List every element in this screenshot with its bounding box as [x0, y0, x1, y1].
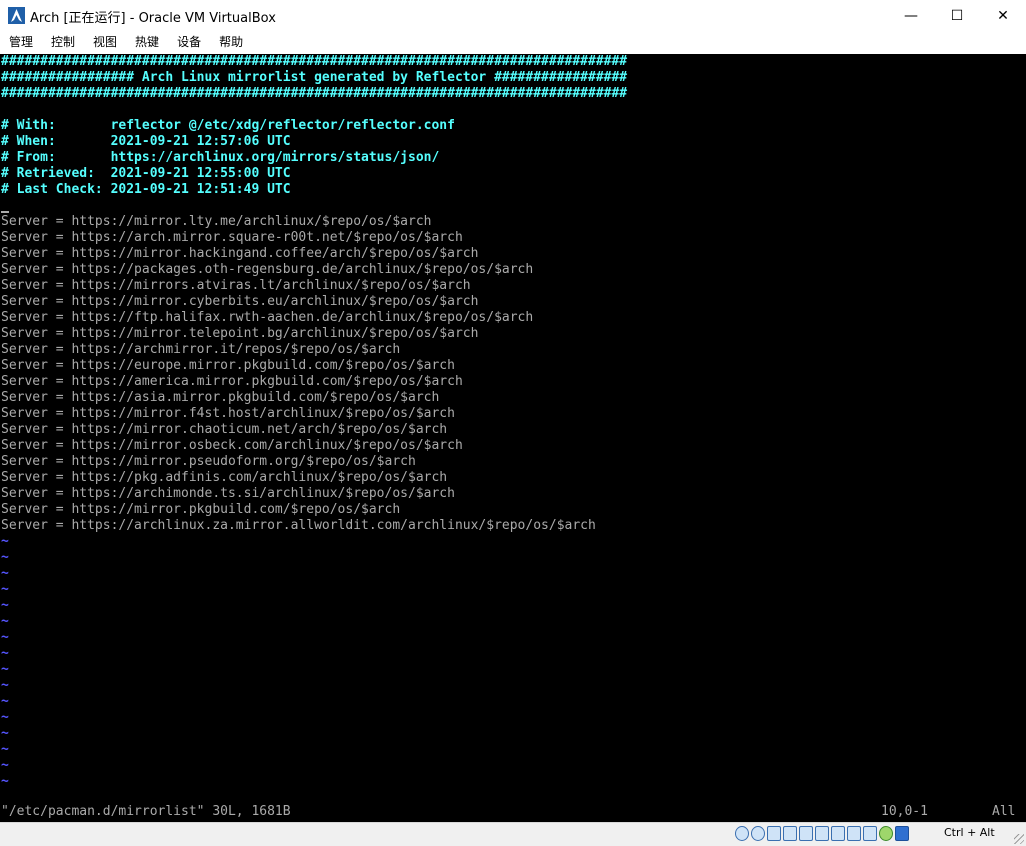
mouse-integration-icon[interactable]	[879, 826, 893, 841]
network-icon[interactable]	[783, 826, 797, 841]
keyboard-capture-icon[interactable]	[895, 826, 909, 841]
empty-line-tilde: ~	[1, 614, 9, 629]
menu-control[interactable]: 控制	[42, 31, 84, 54]
minimize-icon: —	[904, 7, 918, 24]
vim-cursor-position: 10,0-1	[881, 804, 928, 819]
server-line: Server = https://europe.mirror.pkgbuild.…	[1, 358, 455, 373]
minimize-button[interactable]: —	[888, 0, 934, 31]
server-line: Server = https://mirror.pkgbuild.com/$re…	[1, 502, 401, 517]
info-line: # From: https://archlinux.org/mirrors/st…	[1, 150, 440, 165]
info-line: # With: reflector @/etc/xdg/reflector/re…	[1, 118, 455, 133]
close-button[interactable]: ✕	[980, 0, 1026, 31]
server-line: Server = https://pkg.adfinis.com/archlin…	[1, 470, 448, 485]
server-line: Server = https://mirrors.atviras.lt/arch…	[1, 278, 471, 293]
server-line: Server = https://ftp.halifax.rwth-aachen…	[1, 310, 534, 325]
vm-display[interactable]: ########################################…	[0, 54, 1026, 822]
empty-line-tilde: ~	[1, 742, 9, 757]
server-line: Server = https://asia.mirror.pkgbuild.co…	[1, 390, 440, 405]
empty-line-tilde: ~	[1, 662, 9, 677]
server-line: Server = https://america.mirror.pkgbuild…	[1, 374, 463, 389]
server-line: Server = https://archimonde.ts.si/archli…	[1, 486, 455, 501]
server-line: Server = https://mirror.chaoticum.net/ar…	[1, 422, 448, 437]
empty-line-tilde: ~	[1, 598, 9, 613]
maximize-icon: ☐	[950, 7, 964, 24]
vbox-status-bar: Ctrl + Alt	[0, 822, 1026, 846]
menu-devices[interactable]: 设备	[168, 31, 210, 54]
optical-drive-icon[interactable]	[751, 826, 765, 841]
server-line: Server = https://mirror.hackingand.coffe…	[1, 246, 479, 261]
empty-line-tilde: ~	[1, 758, 9, 773]
server-line: Server = https://mirror.f4st.host/archli…	[1, 406, 455, 421]
window-titlebar[interactable]: Arch [正在运行] - Oracle VM VirtualBox — ☐ ✕	[0, 0, 1026, 31]
info-line: # Last Check: 2021-09-21 12:51:49 UTC	[1, 182, 291, 197]
close-icon: ✕	[997, 7, 1009, 24]
text-cursor	[1, 211, 9, 213]
header-line: ########################################…	[1, 86, 628, 101]
empty-line-tilde: ~	[1, 694, 9, 709]
server-line: Server = https://mirror.lty.me/archlinux…	[1, 214, 432, 229]
empty-line-tilde: ~	[1, 566, 9, 581]
server-line: Server = https://archlinux.za.mirror.all…	[1, 518, 596, 533]
audio-icon[interactable]	[767, 826, 781, 841]
recording-icon[interactable]	[847, 826, 861, 841]
server-line: Server = https://mirror.telepoint.bg/arc…	[1, 326, 479, 341]
menu-view[interactable]: 视图	[84, 31, 126, 54]
host-key-label: Ctrl + Alt	[944, 826, 995, 839]
server-line: Server = https://mirror.cyberbits.eu/arc…	[1, 294, 479, 309]
display-icon[interactable]	[831, 826, 845, 841]
arch-linux-icon	[8, 7, 25, 24]
empty-line-tilde: ~	[1, 582, 9, 597]
empty-line-tilde: ~	[1, 550, 9, 565]
header-line: ################# Arch Linux mirrorlist …	[1, 70, 628, 85]
vim-scroll-indicator: All	[992, 804, 1016, 819]
menu-bar: 管理 控制 视图 热键 设备 帮助	[0, 31, 1026, 54]
server-line: Server = https://packages.oth-regensburg…	[1, 262, 534, 277]
header-line: ########################################…	[1, 54, 628, 69]
menu-hotkey[interactable]: 热键	[126, 31, 168, 54]
maximize-button[interactable]: ☐	[934, 0, 980, 31]
resize-grip-icon[interactable]	[1014, 834, 1024, 844]
usb-icon[interactable]	[799, 826, 813, 841]
empty-line-tilde: ~	[1, 774, 9, 789]
info-line: # When: 2021-09-21 12:57:06 UTC	[1, 134, 291, 149]
empty-line-tilde: ~	[1, 726, 9, 741]
info-line: # Retrieved: 2021-09-21 12:55:00 UTC	[1, 166, 291, 181]
empty-line-tilde: ~	[1, 678, 9, 693]
window-title: Arch [正在运行] - Oracle VM VirtualBox	[30, 11, 276, 26]
server-line: Server = https://mirror.osbeck.com/archl…	[1, 438, 463, 453]
vim-file-status: "/etc/pacman.d/mirrorlist" 30L, 1681B	[1, 804, 291, 819]
server-line: Server = https://mirror.pseudoform.org/$…	[1, 454, 416, 469]
virtualization-icon[interactable]	[863, 826, 877, 841]
menu-manage[interactable]: 管理	[0, 31, 42, 54]
empty-line-tilde: ~	[1, 534, 9, 549]
text-cursor-line	[1, 198, 9, 214]
menu-help[interactable]: 帮助	[210, 31, 252, 54]
empty-line-tilde: ~	[1, 630, 9, 645]
device-indicators	[735, 826, 909, 841]
shared-folders-icon[interactable]	[815, 826, 829, 841]
server-line: Server = https://arch.mirror.square-r00t…	[1, 230, 463, 245]
empty-line-tilde: ~	[1, 710, 9, 725]
empty-line-tilde: ~	[1, 646, 9, 661]
server-line: Server = https://archmirror.it/repos/$re…	[1, 342, 401, 357]
hard-disk-icon[interactable]	[735, 826, 749, 841]
